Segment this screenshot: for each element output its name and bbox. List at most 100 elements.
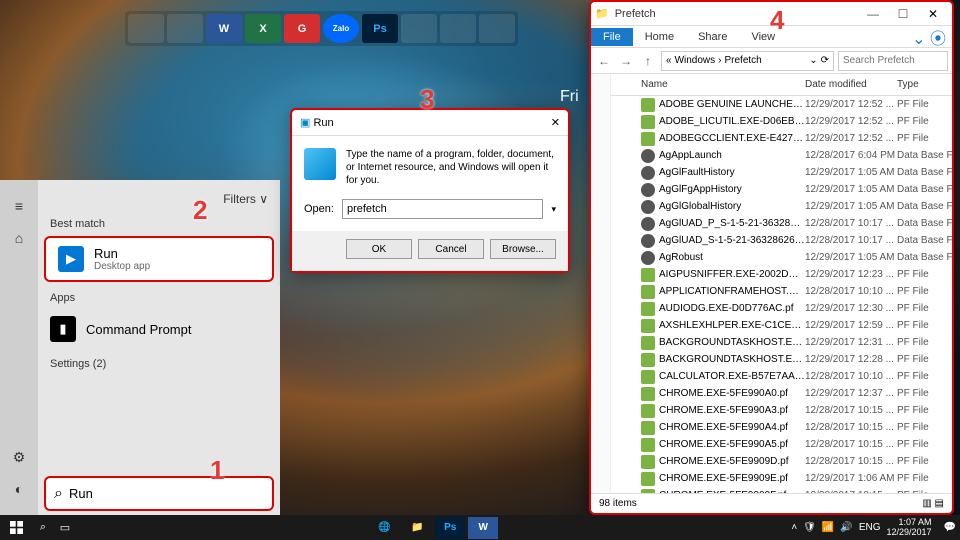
file-row[interactable]: AgGlGlobalHistory12/29/2017 1:05 AMData …: [611, 198, 952, 215]
file-date: 12/28/2017 10:15 ...: [805, 456, 897, 467]
maximize-icon[interactable]: ☐: [888, 7, 918, 21]
file-name: CHROME.EXE-5FE990A0.pf: [659, 388, 805, 399]
filters-dropdown[interactable]: Filters ∨: [223, 192, 268, 206]
run-description: Type the name of a program, folder, docu…: [346, 148, 556, 187]
dock-word-icon[interactable]: W: [206, 14, 242, 43]
file-date: 12/29/2017 12:30 ...: [805, 303, 897, 314]
chevron-down-icon[interactable]: ⌄ ⦿: [912, 25, 952, 49]
view-icons[interactable]: ▥ ▤: [922, 498, 944, 509]
notification-icon[interactable]: 💬: [944, 522, 956, 533]
search-box[interactable]: ⌕: [44, 476, 274, 511]
file-name: AgAppLaunch: [659, 150, 805, 161]
start-button[interactable]: [0, 515, 32, 540]
shield-icon[interactable]: 🛡: [803, 522, 816, 533]
chevron-down-icon[interactable]: ▾: [551, 204, 556, 215]
dock-zalo-icon[interactable]: Zalo: [323, 14, 359, 43]
file-row[interactable]: AgRobust12/29/2017 1:05 AMData Base F: [611, 249, 952, 266]
taskbar-ps-icon[interactable]: Ps: [435, 517, 465, 539]
file-row[interactable]: CHROME.EXE-5FE990A3.pf12/28/2017 10:15 .…: [611, 402, 952, 419]
dock-photoshop-icon[interactable]: Ps: [362, 14, 398, 43]
language-indicator[interactable]: ENG: [859, 522, 881, 533]
home-icon[interactable]: ⌂: [0, 222, 38, 254]
file-row[interactable]: ADOBEGCCLIENT.EXE-E427A08F.pf12/29/2017 …: [611, 130, 952, 147]
taskbar-search-icon[interactable]: ⌕: [32, 521, 54, 534]
column-type[interactable]: Type: [897, 79, 952, 90]
file-row[interactable]: AgGlFaultHistory12/29/2017 1:05 AMData B…: [611, 164, 952, 181]
menu-home[interactable]: Home: [633, 28, 686, 46]
file-row[interactable]: CHROME.EXE-5FE9909D.pf12/28/2017 10:15 .…: [611, 453, 952, 470]
back-icon[interactable]: ←: [595, 54, 613, 68]
dock-app[interactable]: [167, 14, 203, 43]
file-name: ADOBE_LICUTIL.EXE-D06EBD8C.pf: [659, 116, 805, 127]
file-row[interactable]: AXSHLEXHLPER.EXE-C1CEA67F.pf12/29/2017 1…: [611, 317, 952, 334]
file-row[interactable]: CHROME.EXE-5FE990A5.pf12/28/2017 10:15 .…: [611, 436, 952, 453]
dock-app[interactable]: [440, 14, 476, 43]
file-row[interactable]: AgGlUAD_P_S-1-5-21-3632862602-21303...12…: [611, 215, 952, 232]
chevron-up-icon[interactable]: ˄: [791, 522, 797, 533]
explorer-search-input[interactable]: [838, 51, 948, 71]
file-list[interactable]: ADOBE GENUINE LAUNCHER.EXE-7B318...12/29…: [611, 96, 952, 493]
file-row[interactable]: ADOBE_LICUTIL.EXE-D06EBD8C.pf12/29/2017 …: [611, 113, 952, 130]
search-input[interactable]: [69, 486, 264, 501]
menu-file[interactable]: File: [591, 28, 633, 46]
close-icon[interactable]: ✕: [918, 7, 948, 21]
result-run[interactable]: ▶ Run Desktop app: [44, 236, 274, 282]
cancel-button[interactable]: Cancel: [418, 239, 484, 259]
dock-app[interactable]: [479, 14, 515, 43]
up-icon[interactable]: ↑: [639, 54, 657, 68]
dock-app[interactable]: [128, 14, 164, 43]
column-date[interactable]: Date modified: [805, 79, 897, 90]
address-bar[interactable]: « Windows› Prefetch ⌄⟳: [661, 51, 834, 71]
file-row[interactable]: BACKGROUNDTASKHOST.EXE-6051D1CF...12/29/…: [611, 334, 952, 351]
file-row[interactable]: AIGPUSNIFFER.EXE-2002DC7D.pf12/29/2017 1…: [611, 266, 952, 283]
browse-button[interactable]: Browse...: [490, 239, 556, 259]
file-icon: [641, 472, 655, 486]
taskbar-word-icon[interactable]: W: [468, 517, 498, 539]
dock-excel-icon[interactable]: X: [245, 14, 281, 43]
power-icon[interactable]: ◐: [0, 473, 38, 505]
refresh-icon[interactable]: ⟳: [821, 55, 829, 66]
open-input[interactable]: [342, 199, 544, 219]
file-row[interactable]: AgGlUAD_S-1-5-21-3632862602-213036...12/…: [611, 232, 952, 249]
settings-icon[interactable]: ⚙: [0, 441, 38, 473]
gear-icon: [641, 234, 655, 248]
file-row[interactable]: APPLICATIONFRAMEHOST.EXE-0CF44C...12/28/…: [611, 283, 952, 300]
ok-button[interactable]: OK: [346, 239, 412, 259]
minimize-icon[interactable]: —: [858, 7, 888, 21]
task-view-icon[interactable]: ▭: [54, 521, 76, 534]
file-row[interactable]: AgAppLaunch12/28/2017 6:04 PMData Base F: [611, 147, 952, 164]
explorer-nav-pane[interactable]: [591, 74, 611, 493]
file-icon: [641, 370, 655, 384]
taskbar-app-icon[interactable]: 🌐: [369, 517, 399, 539]
file-date: 12/29/2017 1:05 AM: [805, 201, 897, 212]
file-row[interactable]: CHROME.EXE-5FE990A4.pf12/28/2017 10:15 .…: [611, 419, 952, 436]
file-row[interactable]: CALCULATOR.EXE-B57E7AA9.pf12/28/2017 10:…: [611, 368, 952, 385]
dock-garena-icon[interactable]: G: [284, 14, 320, 43]
file-row[interactable]: AUDIODG.EXE-D0D776AC.pf12/29/2017 12:30 …: [611, 300, 952, 317]
status-item-count: 98 items: [599, 498, 637, 509]
file-icon: [641, 353, 655, 367]
volume-icon[interactable]: 🔊: [840, 522, 852, 533]
system-tray[interactable]: ˄ 🛡 📶 🔊 ENG 1:07 AM 12/29/2017 💬: [791, 518, 960, 538]
menu-share[interactable]: Share: [686, 28, 739, 46]
taskbar-app-icon[interactable]: 📁: [402, 517, 432, 539]
forward-icon[interactable]: →: [617, 54, 635, 68]
close-icon[interactable]: ✕: [551, 116, 560, 129]
file-row[interactable]: ADOBE GENUINE LAUNCHER.EXE-7B318...12/29…: [611, 96, 952, 113]
settings-label[interactable]: Settings (2): [38, 350, 280, 374]
file-row[interactable]: CHROME.EXE-5FE990A0.pf12/29/2017 12:37 .…: [611, 385, 952, 402]
gear-icon: [641, 200, 655, 214]
file-row[interactable]: AgGlFgAppHistory12/29/2017 1:05 AMData B…: [611, 181, 952, 198]
column-name[interactable]: Name: [641, 79, 805, 90]
file-row[interactable]: CHROME.EXE-5FE9909E.pf12/29/2017 1:06 AM…: [611, 470, 952, 487]
wifi-icon[interactable]: 📶: [822, 522, 834, 533]
hamburger-icon[interactable]: ≡: [0, 190, 38, 222]
file-date: 12/28/2017 6:04 PM: [805, 150, 897, 161]
file-row[interactable]: BACKGROUNDTASKHOST.EXE-EA9B761A...12/29/…: [611, 351, 952, 368]
file-icon: [641, 438, 655, 452]
result-cmd[interactable]: ▮ Command Prompt: [38, 308, 280, 350]
file-date: 12/29/2017 1:05 AM: [805, 167, 897, 178]
dock-app[interactable]: [401, 14, 437, 43]
clock[interactable]: 1:07 AM 12/29/2017: [887, 518, 938, 538]
file-date: 12/29/2017 12:59 ...: [805, 320, 897, 331]
